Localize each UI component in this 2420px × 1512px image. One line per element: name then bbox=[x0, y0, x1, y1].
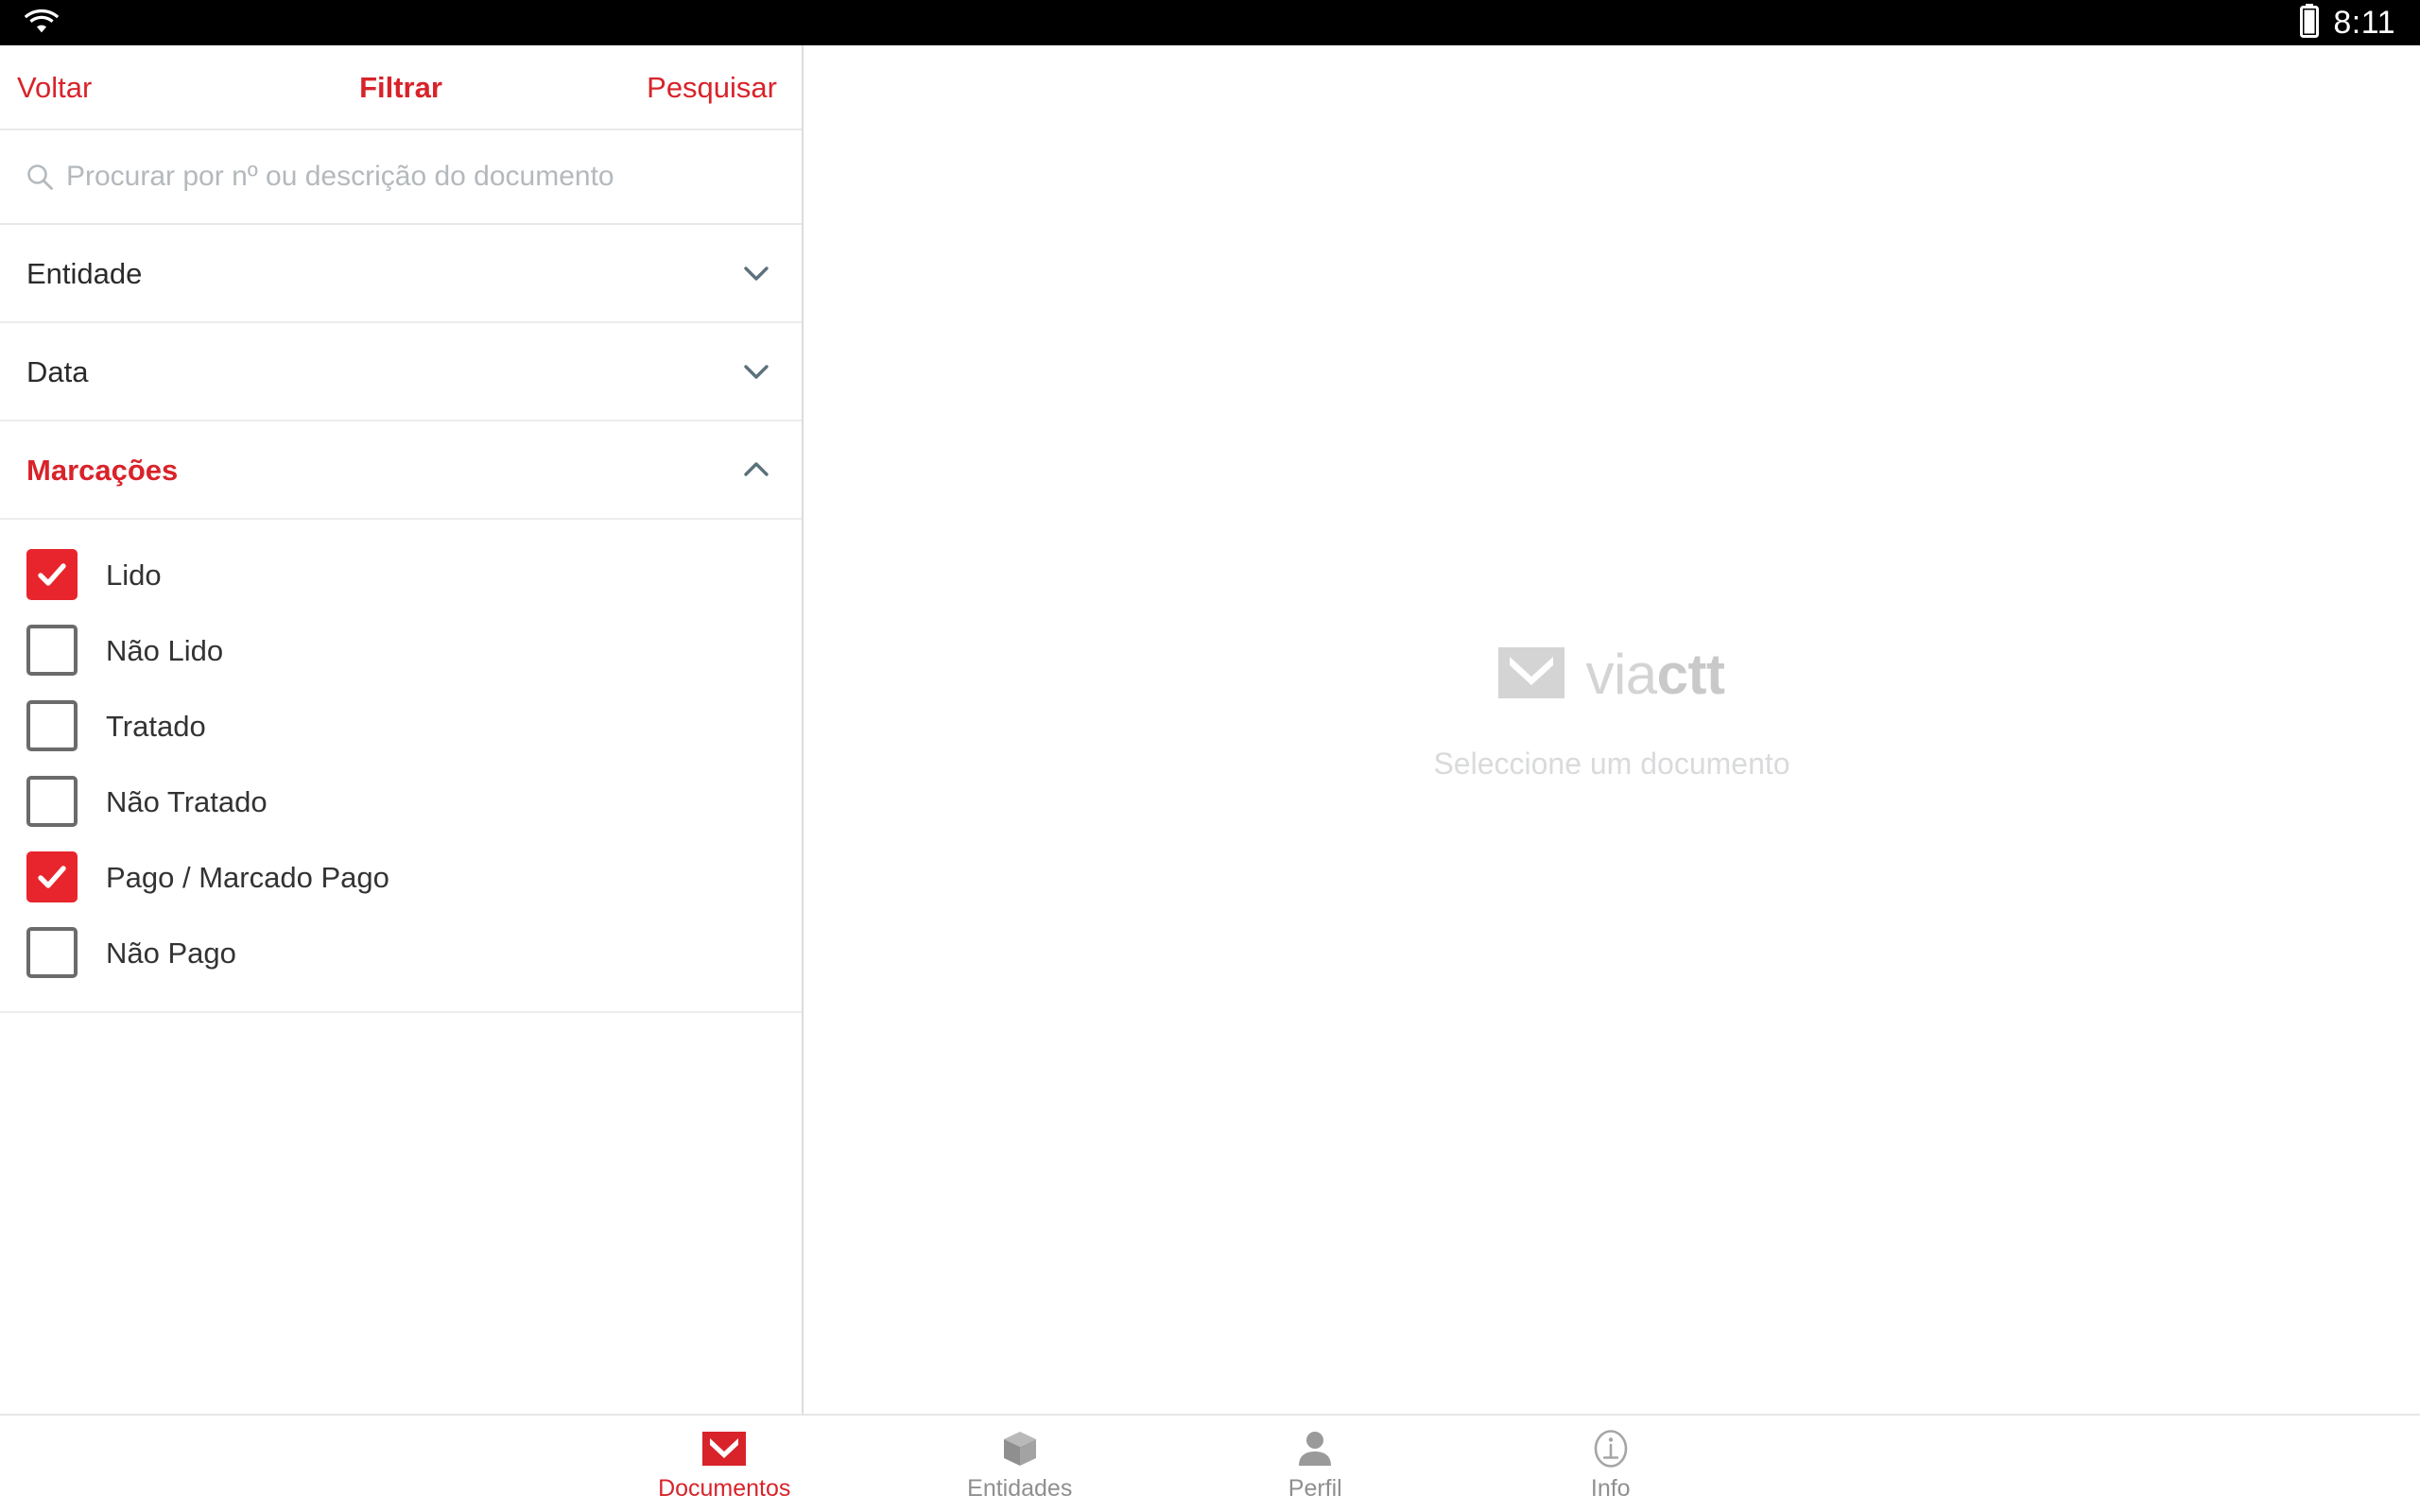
checkbox-nao-pago[interactable] bbox=[26, 927, 78, 978]
page-title: Filtrar bbox=[359, 70, 442, 104]
chevron-down-icon[interactable] bbox=[735, 252, 777, 294]
nav-label: Perfil bbox=[1288, 1475, 1342, 1502]
filter-panel: Voltar Filtrar Pesquisar Entidade bbox=[0, 45, 804, 1414]
checkbox-row-nao-tratado[interactable]: Não Tratado bbox=[0, 764, 802, 839]
search-submit-button[interactable]: Pesquisar bbox=[643, 63, 781, 112]
viactt-logo: viactt bbox=[1498, 643, 1725, 706]
brand-ctt: ctt bbox=[1656, 643, 1725, 706]
empty-state: viactt Seleccione um documento bbox=[1433, 643, 1790, 781]
checkbox-row-lido[interactable]: Lido bbox=[0, 537, 802, 612]
status-bar: 8:11 bbox=[0, 0, 2420, 45]
filter-section-entidade[interactable]: Entidade bbox=[0, 225, 802, 323]
checkbox-label: Pago / Marcado Pago bbox=[106, 860, 389, 894]
filter-panel-filler bbox=[0, 1013, 802, 1414]
checkbox-label: Não Tratado bbox=[106, 784, 268, 818]
search-icon bbox=[25, 162, 55, 192]
document-detail-pane: viactt Seleccione um documento bbox=[804, 45, 2420, 1414]
checkbox-row-pago-marcado-pago[interactable]: Pago / Marcado Pago bbox=[0, 839, 802, 915]
status-bar-left bbox=[24, 8, 60, 39]
nav-item-entidades[interactable]: Entidades bbox=[873, 1416, 1168, 1512]
chevron-down-icon[interactable] bbox=[735, 351, 777, 392]
filter-section-label: Entidade bbox=[26, 256, 143, 290]
checkbox-label: Não Pago bbox=[106, 936, 236, 970]
nav-item-info[interactable]: Info bbox=[1463, 1416, 1759, 1512]
status-bar-right: 8:11 bbox=[2299, 3, 2395, 43]
search-row[interactable] bbox=[0, 130, 802, 225]
box-icon bbox=[999, 1427, 1041, 1470]
viactt-envelope-logo bbox=[1498, 646, 1565, 703]
checkbox-lido[interactable] bbox=[26, 549, 78, 600]
checkbox-row-nao-pago[interactable]: Não Pago bbox=[0, 915, 802, 990]
brand-wordmark: viactt bbox=[1585, 643, 1725, 706]
marcacoes-option-list: Lido Não Lido Tratado Não Tratado Pago /… bbox=[0, 520, 802, 1013]
filter-section-marcacoes[interactable]: Marcações bbox=[0, 421, 802, 520]
checkbox-tratado[interactable] bbox=[26, 700, 78, 751]
nav-label: Documentos bbox=[658, 1475, 791, 1502]
envelope-icon bbox=[702, 1427, 747, 1470]
bottom-navigation: Documentos Entidades Perfil Info bbox=[0, 1414, 2420, 1512]
checkbox-label: Tratado bbox=[106, 709, 206, 743]
app-root: 8:11 Voltar Filtrar Pesquisar Procurar p… bbox=[0, 0, 2420, 1512]
content-area: Voltar Filtrar Pesquisar Entidade bbox=[0, 45, 2420, 1414]
status-bar-clock: 8:11 bbox=[2333, 5, 2395, 41]
nav-label: Info bbox=[1590, 1475, 1631, 1502]
back-button[interactable]: Voltar bbox=[13, 63, 95, 112]
nav-item-documentos[interactable]: Documentos bbox=[577, 1416, 873, 1512]
search-input[interactable] bbox=[66, 161, 777, 193]
info-circle-icon bbox=[1590, 1427, 1632, 1470]
wifi-icon bbox=[24, 8, 60, 39]
checkbox-label: Lido bbox=[106, 558, 162, 592]
brand-via: via bbox=[1585, 643, 1657, 706]
empty-state-message: Seleccione um documento bbox=[1433, 747, 1790, 781]
filter-section-data[interactable]: Data bbox=[0, 323, 802, 421]
nav-label: Entidades bbox=[967, 1475, 1073, 1502]
checkbox-label: Não Lido bbox=[106, 633, 224, 667]
battery-full-icon bbox=[2299, 3, 2320, 43]
filter-toolbar: Voltar Filtrar Pesquisar bbox=[0, 45, 802, 130]
nav-item-perfil[interactable]: Perfil bbox=[1167, 1416, 1463, 1512]
chevron-up-icon[interactable] bbox=[735, 449, 777, 490]
filter-section-label: Marcações bbox=[26, 453, 179, 487]
filter-section-label: Data bbox=[26, 354, 89, 388]
person-icon bbox=[1294, 1427, 1336, 1470]
checkbox-row-tratado[interactable]: Tratado bbox=[0, 688, 802, 764]
checkbox-nao-tratado[interactable] bbox=[26, 776, 78, 827]
checkbox-pago-marcado-pago[interactable] bbox=[26, 851, 78, 902]
checkbox-nao-lido[interactable] bbox=[26, 625, 78, 676]
checkbox-row-nao-lido[interactable]: Não Lido bbox=[0, 612, 802, 688]
